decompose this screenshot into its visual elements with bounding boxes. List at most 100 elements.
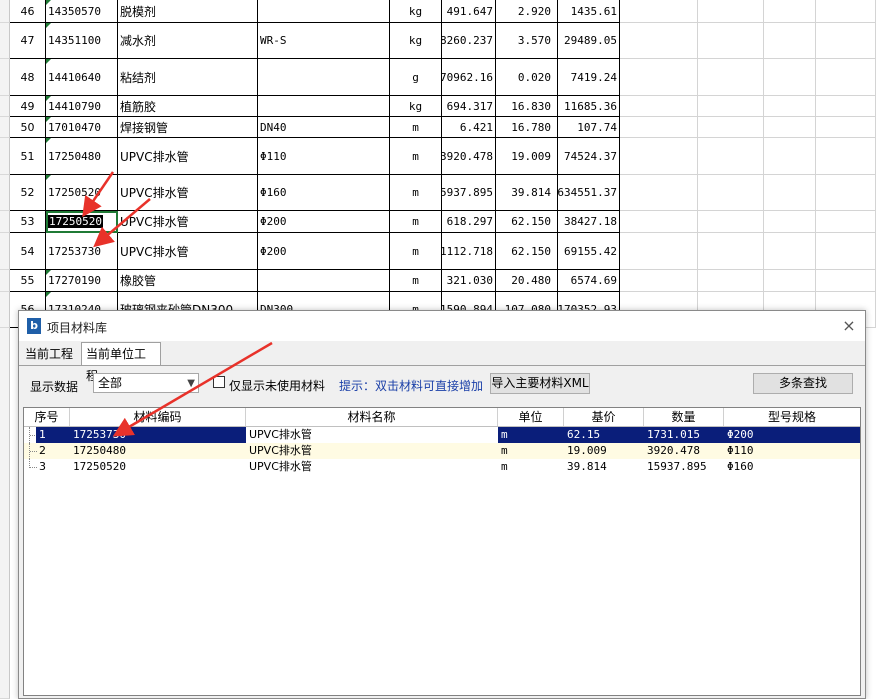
row-header[interactable] [0,211,10,233]
cell-amount[interactable]: 107.74 [558,117,620,138]
empty-cell[interactable] [698,0,764,23]
cell-code[interactable]: 14410640 [46,59,118,96]
cell-name[interactable]: UPVC排水管 [118,211,258,233]
empty-cell[interactable] [620,270,698,292]
cell-name[interactable]: 植筋胶 [118,96,258,117]
empty-cell[interactable] [816,0,876,23]
close-button[interactable]: × [839,317,859,335]
cell-price[interactable]: 62.150 [496,211,558,233]
empty-cell[interactable] [816,138,876,175]
cell-code[interactable]: 17010470 [46,117,118,138]
empty-cell[interactable] [620,0,698,23]
empty-cell[interactable] [698,23,764,59]
empty-cell[interactable] [698,96,764,117]
empty-cell[interactable] [816,233,876,270]
cell-unit[interactable]: m [390,270,442,292]
empty-cell[interactable] [620,117,698,138]
cell-amount[interactable]: 634551.37 [558,175,620,211]
cell-name[interactable]: 焊接钢管 [118,117,258,138]
cell-qty[interactable]: 15937.895 [442,175,496,211]
row-header[interactable] [0,175,10,211]
cell-unit[interactable]: kg [390,0,442,23]
cell-qty[interactable]: 491.647 [442,0,496,23]
cell-code[interactable]: 17270190 [46,270,118,292]
row-header[interactable] [0,0,10,23]
empty-cell[interactable] [764,117,816,138]
cell-code[interactable]: 17250480 [46,138,118,175]
cell-spec[interactable]: Φ110 [258,138,390,175]
empty-cell[interactable] [764,233,816,270]
empty-cell[interactable] [764,175,816,211]
column-header-spec[interactable]: 型号规格 [724,408,860,426]
cell-amount[interactable]: 38427.18 [558,211,620,233]
cell-unit[interactable]: m [390,233,442,270]
cell-unit[interactable]: g [390,59,442,96]
empty-cell[interactable] [698,270,764,292]
cell-price[interactable]: 0.020 [496,59,558,96]
empty-cell[interactable] [620,59,698,96]
empty-cell[interactable] [764,23,816,59]
tab-current-unit-project[interactable]: 当前单位工程 [81,342,161,383]
cell-qty[interactable]: 1112.718 [442,233,496,270]
row-header[interactable] [0,117,10,138]
empty-cell[interactable] [764,270,816,292]
cell-price[interactable]: 62.150 [496,233,558,270]
empty-cell[interactable] [764,96,816,117]
cell-no[interactable]: 53 [10,211,46,233]
column-header-price[interactable]: 基价 [564,408,644,426]
grid-row[interactable]: 3 17250520 UPVC排水管 m 39.814 15937.895 Φ1… [24,459,860,475]
cell-no[interactable]: 55 [10,270,46,292]
empty-cell[interactable] [816,23,876,59]
row-header[interactable] [0,328,10,699]
import-xml-button[interactable]: 导入主要材料XML [490,373,590,394]
empty-cell[interactable] [620,23,698,59]
cell-amount[interactable]: 1435.61 [558,0,620,23]
row-header[interactable] [0,292,10,328]
cell-qty[interactable]: 8260.237 [442,23,496,59]
cell-code[interactable]: 17253730 [46,233,118,270]
cell-spec[interactable]: Φ160 [258,175,390,211]
cell-code[interactable]: 14350570 [46,0,118,23]
cell-unit[interactable]: kg [390,96,442,117]
cell-no[interactable]: 49 [10,96,46,117]
cell-no[interactable]: 54 [10,233,46,270]
cell-no[interactable]: 48 [10,59,46,96]
cell-qty[interactable]: 6.421 [442,117,496,138]
cell-no[interactable]: 51 [10,138,46,175]
cell-qty[interactable]: 618.297 [442,211,496,233]
cell-name[interactable]: UPVC排水管 [118,233,258,270]
cell-no[interactable]: 52 [10,175,46,211]
empty-cell[interactable] [698,59,764,96]
cell-qty[interactable]: 694.317 [442,96,496,117]
tab-current-project[interactable]: 当前工程 [21,343,79,365]
empty-cell[interactable] [620,175,698,211]
empty-cell[interactable] [816,96,876,117]
empty-cell[interactable] [816,175,876,211]
empty-cell[interactable] [816,117,876,138]
column-header-code[interactable]: 材料编码 [70,408,246,426]
cell-qty[interactable]: 321.030 [442,270,496,292]
cell-spec[interactable]: WR-S [258,23,390,59]
cell-amount[interactable]: 29489.05 [558,23,620,59]
empty-cell[interactable] [698,233,764,270]
cell-name[interactable]: 粘结剂 [118,59,258,96]
cell-unit[interactable]: m [390,175,442,211]
empty-cell[interactable] [698,211,764,233]
cell-price[interactable]: 2.920 [496,0,558,23]
empty-cell[interactable] [620,96,698,117]
cell-price[interactable]: 3.570 [496,23,558,59]
cell-spec[interactable]: Φ200 [258,211,390,233]
grid-row-selected[interactable]: 1 17253730 UPVC排水管 m 62.15 1731.015 Φ200 [24,427,860,443]
row-header[interactable] [0,23,10,59]
cell-name[interactable]: 脱模剂 [118,0,258,23]
cell-spec[interactable] [258,96,390,117]
cell-price[interactable]: 39.814 [496,175,558,211]
cell-no[interactable]: 47 [10,23,46,59]
empty-cell[interactable] [620,211,698,233]
row-header[interactable] [0,138,10,175]
empty-cell[interactable] [816,59,876,96]
cell-qty[interactable]: 370962.16 [442,59,496,96]
unused-only-label[interactable]: 仅显示未使用材料 [229,377,325,394]
cell-amount[interactable]: 74524.37 [558,138,620,175]
empty-cell[interactable] [764,0,816,23]
